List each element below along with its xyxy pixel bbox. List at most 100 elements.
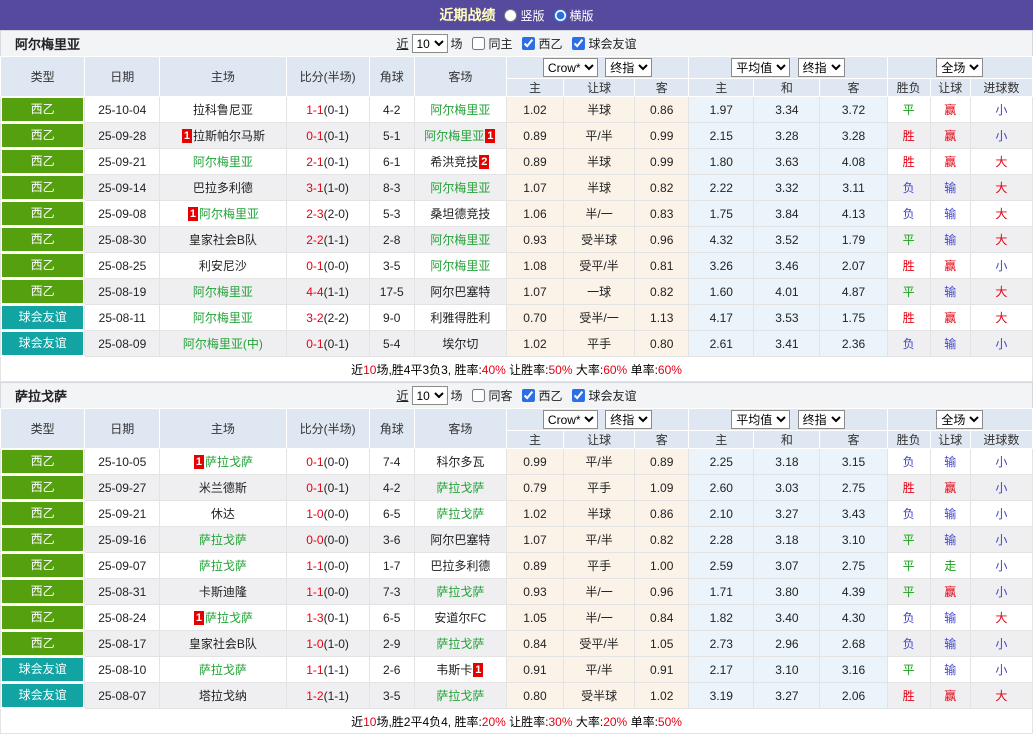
friendly-checkbox[interactable] <box>571 37 585 50</box>
avg-home-cell: 2.61 <box>688 330 755 357</box>
red-card-badge: 1 <box>187 207 198 221</box>
halftime-score: (0-0) <box>323 532 349 547</box>
odds-home-cell: 0.79 <box>505 474 565 501</box>
corners-cell: 3-6 <box>368 526 415 553</box>
date-cell: 25-08-10 <box>84 656 161 683</box>
same-venue-checkbox[interactable] <box>471 389 485 402</box>
avg-home-cell: 2.17 <box>688 656 755 683</box>
result-cell: 平 <box>886 278 931 305</box>
goals-result-cell: 小 <box>969 122 1033 149</box>
home-team-name: 休达 <box>210 507 235 521</box>
fulltime-score: 0-0 <box>306 532 324 547</box>
away-team-name: 阿尔巴塞特 <box>430 533 491 547</box>
home-team-cell: 阿尔梅里亚 <box>159 278 287 305</box>
league-type-cell: 西乙 <box>0 578 86 605</box>
red-card-badge: 1 <box>193 455 204 469</box>
league-badge: 西乙 <box>2 554 84 577</box>
score-cell: 3-2(2-2) <box>285 304 370 331</box>
avg-final-select[interactable]: 终指 <box>797 58 845 77</box>
recent-count-select[interactable]: 10 <box>411 34 448 53</box>
score-cell: 1-1(0-0) <box>285 578 370 605</box>
avg-draw-cell: 3.46 <box>753 252 821 279</box>
odds-source-select[interactable]: Crow* <box>542 410 598 429</box>
corners-cell: 5-4 <box>368 330 415 357</box>
section-header: 萨拉戈萨 近 10 场 同客 西乙 球会友谊 <box>0 382 1033 408</box>
vertical-radio[interactable] <box>504 8 518 22</box>
corners-cell: 4-2 <box>368 96 415 123</box>
score-cell: 1-1(0-1) <box>285 96 370 123</box>
recent-link[interactable]: 近 <box>396 35 408 52</box>
league-checkbox[interactable] <box>521 37 535 50</box>
odds-home-cell: 0.89 <box>505 552 565 579</box>
score-cell: 4-4(1-1) <box>285 278 370 305</box>
avg-source-select[interactable]: 平均值 <box>731 410 791 429</box>
recent-count-select[interactable]: 10 <box>411 386 448 405</box>
odds-handicap-cell: 平手 <box>563 330 636 357</box>
result-cell: 胜 <box>886 148 931 175</box>
odds-away-cell: 0.99 <box>634 122 690 149</box>
league-badge: 球会友谊 <box>2 658 84 681</box>
avg-away-cell: 2.75 <box>819 552 888 579</box>
goals-result-cell: 大 <box>969 226 1033 253</box>
odds-final-select[interactable]: 终指 <box>605 58 653 77</box>
league-badge: 西乙 <box>2 580 84 603</box>
goals-result-cell: 大 <box>969 148 1033 175</box>
fulltime-score: 1-0 <box>306 506 324 521</box>
result-cell: 胜 <box>886 252 931 279</box>
avg-final-select[interactable]: 终指 <box>797 410 845 429</box>
fulltime-score: 2-1 <box>306 154 324 169</box>
result-cell: 负 <box>886 448 931 475</box>
score-cell: 1-2(1-1) <box>285 682 370 709</box>
halftime-score: (1-1) <box>323 284 349 299</box>
odds-final-select[interactable]: 终指 <box>605 410 653 429</box>
corners-cell: 6-5 <box>368 500 415 527</box>
page-title: 近期战绩 <box>439 7 496 23</box>
home-team-name: 皇家社会B队 <box>188 233 257 247</box>
home-team-cell: 利安尼沙 <box>159 252 287 279</box>
league-type-cell: 西乙 <box>0 122 86 149</box>
horizontal-radio-label: 横版 <box>569 8 594 23</box>
scope-select[interactable]: 全场 <box>936 410 984 429</box>
odds-handicap-cell: 平/半 <box>563 526 636 553</box>
same-venue-checkbox[interactable] <box>471 37 485 50</box>
avg-home-cell: 1.75 <box>688 200 755 227</box>
avg-source-select[interactable]: 平均值 <box>731 58 791 77</box>
col-away: 客场 <box>413 408 507 449</box>
scope-select[interactable]: 全场 <box>936 58 984 77</box>
odds-away-cell: 0.81 <box>634 252 690 279</box>
red-card-badge: 2 <box>479 155 490 169</box>
odds-away-cell: 0.91 <box>634 656 690 683</box>
result-cell: 平 <box>886 96 931 123</box>
date-cell: 25-08-30 <box>84 226 161 253</box>
date-cell: 25-10-05 <box>84 448 161 475</box>
vertical-layout-option[interactable]: 竖版 <box>504 7 545 24</box>
avg-draw-cell: 3.03 <box>753 474 821 501</box>
recent-link[interactable]: 近 <box>396 387 408 404</box>
vertical-radio-label: 竖版 <box>520 8 545 23</box>
odds-home-cell: 1.02 <box>505 96 565 123</box>
halftime-score: (0-1) <box>323 336 349 351</box>
league-checkbox[interactable] <box>521 389 535 402</box>
halftime-score: (0-0) <box>323 558 349 573</box>
halftime-score: (1-0) <box>323 180 349 195</box>
away-team-cell: 萨拉戈萨 <box>413 578 507 605</box>
horizontal-layout-option[interactable]: 横版 <box>553 7 594 24</box>
league-badge: 西乙 <box>2 254 84 277</box>
score-cell: 2-2(1-1) <box>285 226 370 253</box>
odds-source-select[interactable]: Crow* <box>542 58 598 77</box>
date-cell: 25-09-28 <box>84 122 161 149</box>
avg-home-cell: 3.26 <box>688 252 755 279</box>
horizontal-radio[interactable] <box>553 8 567 22</box>
summary-row: 近10场,胜4平3负3, 胜率:40% 让胜率:50% 大率:60% 单率:60… <box>0 356 1033 382</box>
odds-home-cell: 1.05 <box>505 604 565 631</box>
home-team-cell: 皇家社会B队 <box>159 630 287 657</box>
table-row: 球会友谊 25-08-10 萨拉戈萨 1-1(1-1) 2-6 韦斯卡 1 0.91 平/半 0.… <box>0 656 1033 683</box>
avg-draw-cell: 3.27 <box>753 500 821 527</box>
friendly-checkbox[interactable] <box>571 389 585 402</box>
home-team-cell: 1 萨拉戈萨 <box>159 604 287 631</box>
date-cell: 25-10-04 <box>84 96 161 123</box>
table-row: 西乙 25-09-08 1 阿尔梅里亚 2-3(2-0) 5-3 桑坦德竞技 1.06 半/一 0… <box>0 200 1033 227</box>
odds-away-cell: 0.86 <box>634 96 690 123</box>
odds-home-cell: 0.89 <box>505 122 565 149</box>
result-cell: 平 <box>886 656 931 683</box>
